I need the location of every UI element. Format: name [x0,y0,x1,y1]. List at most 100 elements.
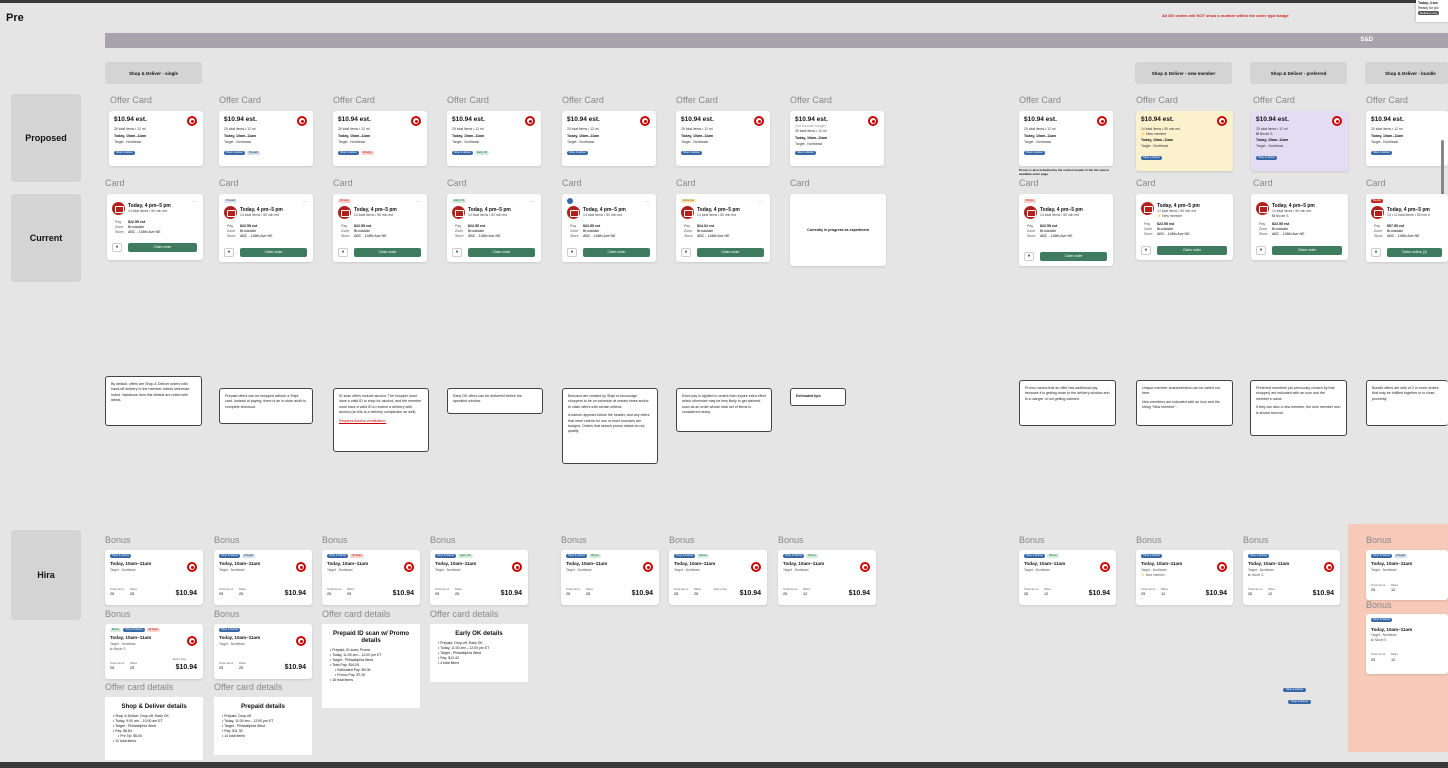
offer-card-bundle[interactable]: $10.94 est. 25 total items • 12 mi Today… [1366,111,1448,166]
offer-card[interactable]: $10.94 est. 25 total items • 12 mi Today… [219,111,313,166]
store-key: Store [1027,234,1036,238]
bonus-card[interactable]: Shop & Deliver Bonus Today, 10am–11am Tar… [1019,550,1116,605]
pay-key: Pay [1144,222,1151,226]
map-pin-icon[interactable]: ● [1024,252,1034,261]
experiment-card: Currently in progress as experiment [790,194,886,266]
bonus-card[interactable]: Shop & Deliver Today, 10am–11am Target -… [1136,550,1233,605]
map-pin-icon[interactable]: ● [224,248,234,257]
claim-order-button[interactable]: Claim order [128,243,197,252]
items-key: Total items [1371,652,1386,656]
miles-value: 12 [1268,592,1273,596]
bonus-card[interactable]: Shop & Deliver Prepaid Today, 10am–11am T… [1366,550,1448,600]
claim-order-button[interactable]: Claim order [468,248,535,257]
bonus-card[interactable]: Shop & Deliver Today, 10am–11am Target -… [214,624,312,679]
bonus-card[interactable]: Shop & Deliver Today, 10am–11am Target -… [105,550,203,605]
items-key: Total items [783,587,798,591]
order-card[interactable]: Today, 4 pm–5 pm 14 total items • 50 min… [107,194,203,260]
target-logo-icon [1100,562,1110,572]
offer-meta: 25 total items • 12 mi [795,129,827,133]
map-pin-icon[interactable]: ● [1256,246,1266,255]
bonus-card[interactable]: Shop & Deliver Bonus Today, 10am–11am Tar… [669,550,767,605]
bonus-card[interactable]: Shop & Deliver Today, 10am–11am Target -… [1366,614,1448,674]
offer-card-new-member[interactable]: $10.94 est. 14 total items • 50 min est … [1136,111,1233,171]
card-sub: 14 total items • 50 min est [583,213,622,217]
claim-order-button[interactable]: Claim order [697,248,764,257]
order-card-bundle[interactable]: Bundle Today, 4 pm–5 pm 14 • 11 total it… [1366,194,1448,262]
claim-orders-button[interactable]: Claim orders (3) [1387,248,1442,257]
preview-popup[interactable]: Today, 4 am Ready for pic Delivery only [1416,0,1448,22]
order-card-extra-pay[interactable]: Extra pay Today, 4 pm–5 pm 14 total item… [676,194,770,262]
offer-card[interactable]: $10.94 est. 25 total items • 12 mi Today… [676,111,770,166]
details-panel: Prepaid ID scan w/ Promo details • Prepa… [322,624,420,708]
map-pin-icon[interactable]: ● [681,248,691,257]
details-panel: Early OK details • Prepaid, Drop-off, Ea… [430,624,528,682]
more-icon[interactable]: ··· [759,199,764,205]
offer-time: Today, 10am–11am [567,134,600,138]
offer-store: Target - Northeast [1256,144,1284,148]
zone-value: Brookdale [583,229,600,233]
order-card-early-ok[interactable]: Early OK Today, 4 pm–5 pm 14 total items… [447,194,541,262]
sd-badge: Shop & deliver [681,151,702,155]
details-title: Prepaid ID scan w/ Promo details [333,630,409,644]
order-card-id-scan[interactable]: ID scan Today, 4 pm–5 pm 14 total items … [333,194,427,262]
map-pin-icon[interactable]: ● [338,248,348,257]
bonus-card[interactable]: Shop & Deliver Early OK Today, 10am–11am … [430,550,528,605]
miles-value: 25 [239,666,244,670]
offer-card-preferred[interactable]: $10.94 est. 25 total items • 12 mi ✪ Nic… [1251,111,1348,171]
claim-order-button[interactable]: Claim order [1272,246,1342,255]
zone-value: Brookdale [1040,229,1057,233]
miles-key: Miles [1268,587,1276,591]
order-card-new-member[interactable]: Today, 4 pm–5 pm 14 total items • 50 min… [1136,194,1233,260]
claim-order-button[interactable]: Claim order [1040,252,1107,261]
zone-value: Brookdale [468,229,485,233]
more-icon[interactable]: ··· [416,199,421,205]
claim-order-button[interactable]: Claim order [354,248,421,257]
order-card-preferred[interactable]: Today, 4 pm–5 pm 14 total items • 50 min… [1251,194,1348,260]
offer-card[interactable]: $10.94 est. 25 total items • 12 mi Today… [109,111,203,166]
offer-card[interactable]: $10.94 est. 25 total items • 12 mi Today… [562,111,656,166]
map-pin-icon[interactable]: ● [567,248,577,257]
map-pin-icon[interactable]: ● [1371,248,1381,257]
more-icon[interactable]: ··· [645,199,650,205]
order-card-prepaid[interactable]: Prepaid Today, 4 pm–5 pm 14 total items … [219,194,313,262]
map-pin-icon[interactable]: ● [112,243,122,252]
order-card-bonus[interactable]: Today, 4 pm–5 pm 14 total items • 50 min… [562,194,656,262]
claim-order-button[interactable]: Claim order [240,248,307,257]
bonus-store: Target - Northeast [327,568,353,572]
sd-badge: Shop & Deliver [327,554,349,558]
offer-card-promo[interactable]: $10.94 est. 25 total items • 12 mi Today… [1019,111,1113,166]
target-logo-icon [525,116,535,126]
note-default: By default, offers are Shop & Deliver or… [105,376,202,426]
map-pin-icon[interactable]: ● [452,248,462,257]
bonus-card[interactable]: Shop & Deliver Bonus Today, 10am–11am Tar… [561,550,659,605]
more-icon[interactable]: ··· [192,199,197,205]
bonus-price: $10.94 [500,590,522,597]
store-logo-icon [681,206,694,219]
more-icon[interactable]: ··· [530,199,535,205]
bonus-time: Today, 10am–11am [1248,561,1290,566]
id-scan-badge: ID Scan [146,628,160,632]
items-key: Total items [327,587,342,591]
claim-order-button[interactable]: Claim order [1157,246,1227,255]
map-pin-icon[interactable]: ● [1141,246,1151,255]
more-icon[interactable]: ··· [302,199,307,205]
offer-store: Target - Northeast [1141,144,1169,148]
order-card-promo[interactable]: Promo Today, 4 pm–5 pm 14 total items • … [1019,194,1113,266]
offer-card[interactable]: $10.94 est. 25 total items • 12 mi Today… [447,111,541,166]
floating-badge[interactable]: Shop & Deliver [1283,688,1307,692]
scrollbar[interactable] [1441,140,1444,200]
floating-badge[interactable]: Shop & Deliver [1288,700,1312,704]
offer-card[interactable]: $10.94 est. (not included badge) 25 tota… [790,111,884,166]
bonus-card[interactable]: Bonus Shop & Deliver ID Scan Today, 10am–1… [105,624,203,679]
bonus-card[interactable]: Shop & Deliver Today, 10am–11am Target -… [1243,550,1340,605]
offer-store: Target - Northeast [681,140,709,144]
target-logo-icon [187,636,197,646]
bonus-card[interactable]: Shop & Deliver ID Scan Today, 10am–11am T… [322,550,420,605]
card-title: Card [1136,178,1156,188]
bonus-card[interactable]: Shop & Deliver Prepaid Today, 10am–11am T… [214,550,312,605]
id-scan-badge: ID Scan [350,554,364,558]
store-value: ABC - 148th Ave NE [1387,234,1420,238]
offer-card[interactable]: $10.94 est. 25 total items • 12 mi Today… [333,111,427,166]
claim-order-button[interactable]: Claim order [583,248,650,257]
bonus-card[interactable]: Shop & Deliver Bonus Today, 10am–11am Tar… [778,550,876,605]
